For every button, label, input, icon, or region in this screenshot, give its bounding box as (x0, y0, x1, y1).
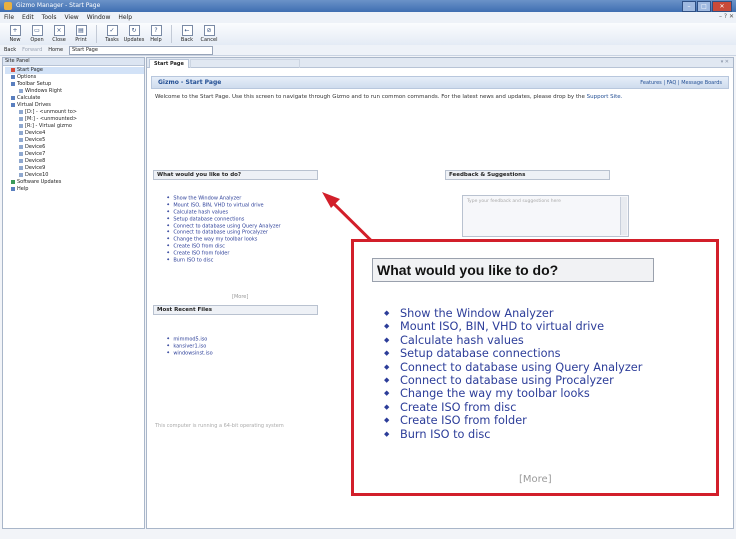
callout-task-link[interactable]: ◆ Connect to database using Procalyzer (384, 374, 642, 388)
callout-task-label: Burn ISO to disc (400, 427, 491, 441)
bullet-icon: ◆ (384, 376, 390, 385)
bullet-icon: ◆ (384, 416, 390, 425)
callout-task-label: Connect to database using Procalyzer (400, 374, 614, 388)
app-window: Gizmo Manager - Start Page – □ ✕ File Ed… (0, 0, 736, 539)
bullet-icon: ◆ (384, 309, 390, 317)
callout-task-label: Connect to database using Query Analyzer (400, 360, 643, 374)
zoom-callout: What would you like to do? ◆ Show the Win… (351, 239, 719, 496)
callout-task-label: Setup database connections (400, 347, 561, 361)
bullet-icon: ◆ (384, 429, 390, 438)
bullet-icon: ◆ (384, 362, 390, 371)
callout-task-list: ◆ Show the Window Analyzer ◆ Mount ISO, BIN… (384, 307, 643, 441)
callout-task-label: Create ISO from folder (400, 414, 527, 428)
callout-section-header: What would you like to do? (372, 258, 654, 282)
callout-task-label: Show the Window Analyzer (400, 307, 554, 320)
callout-task-link[interactable]: ◆ Calculate hash values (384, 333, 642, 347)
callout-task-link[interactable]: ◆ Connect to database using Query Analyze… (384, 360, 643, 374)
bullet-icon: ◆ (384, 322, 390, 331)
callout-task-link[interactable]: ◆ Change the way my toolbar looks (384, 387, 642, 401)
callout-task-link[interactable]: ◆ Create ISO from disc (384, 400, 642, 414)
callout-task-label: Calculate hash values (400, 333, 524, 347)
callout-task-link[interactable]: ◆ Mount ISO, BIN, VHD to virtual drive (384, 320, 642, 334)
bullet-icon: ◆ (384, 402, 390, 411)
bullet-icon: ◆ (384, 335, 390, 344)
callout-task-label: Create ISO from disc (400, 400, 517, 414)
callout-task-link[interactable]: ◆ Create ISO from folder (384, 414, 642, 428)
callout-task-label: Mount ISO, BIN, VHD to virtual drive (400, 320, 605, 334)
callout-task-label: Change the way my toolbar looks (400, 387, 590, 401)
callout-task-link[interactable]: ◆ Show the Window Analyzer (384, 307, 642, 320)
bullet-icon: ◆ (384, 389, 390, 398)
callout-task-link[interactable]: ◆ Setup database connections (384, 347, 642, 361)
callout-more-link[interactable]: [More] (519, 474, 552, 485)
bullet-icon: ◆ (384, 349, 390, 358)
callout-task-link[interactable]: ◆ Burn ISO to disc (384, 427, 642, 441)
